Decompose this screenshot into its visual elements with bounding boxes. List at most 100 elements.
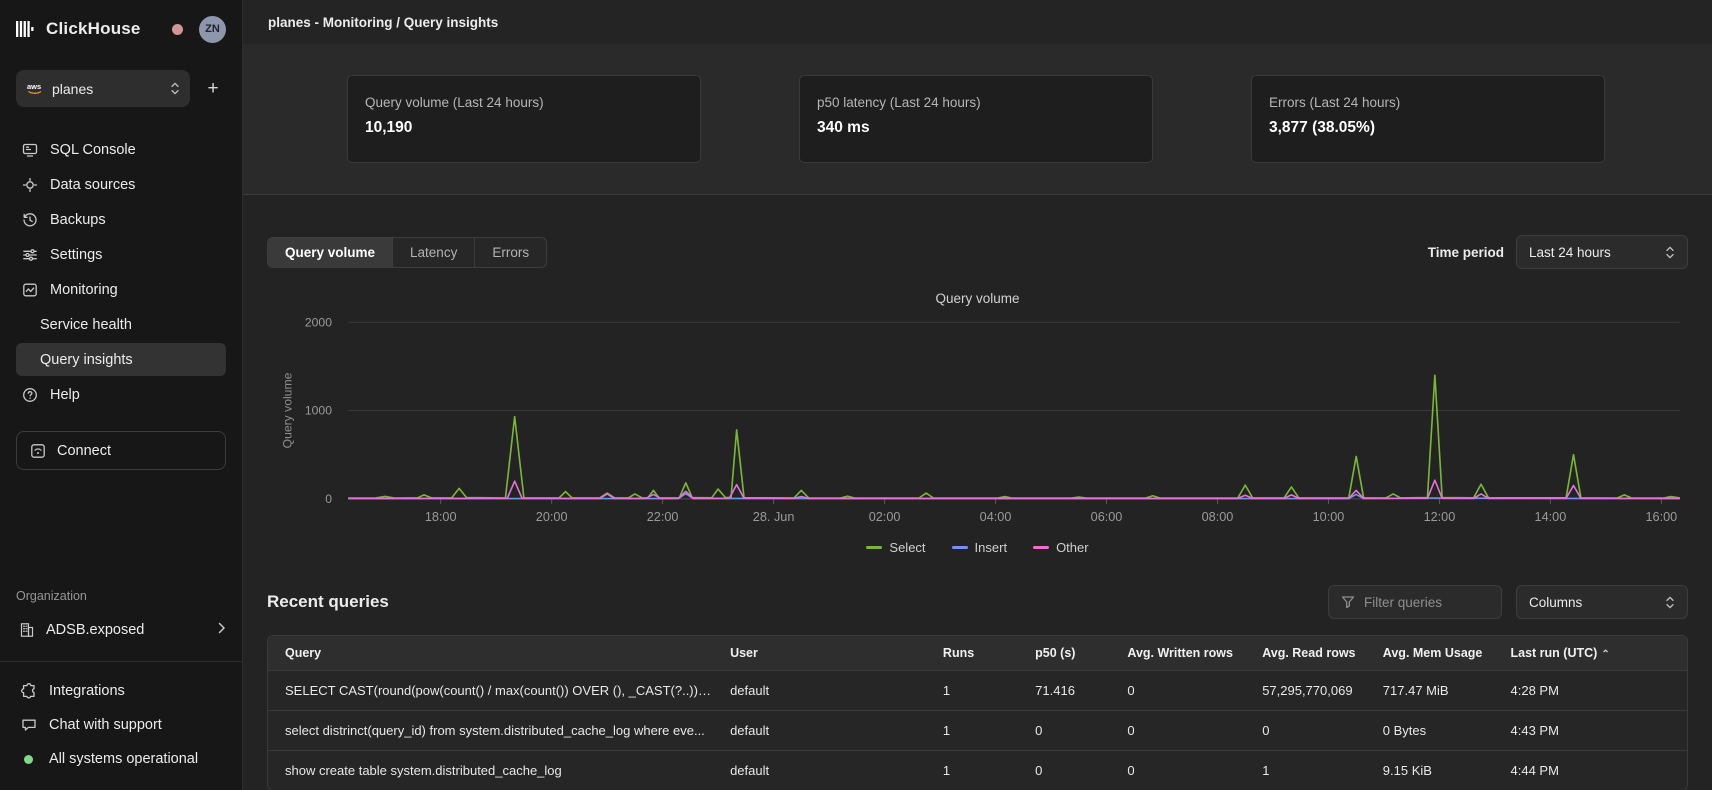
columns-select[interactable]: Columns bbox=[1516, 585, 1688, 619]
sidebar-item-monitoring[interactable]: Monitoring bbox=[16, 273, 226, 306]
table-cell: 0 bbox=[1119, 710, 1254, 750]
svg-text:08:00: 08:00 bbox=[1202, 510, 1234, 524]
table-cell: 0 bbox=[1119, 750, 1254, 790]
query-cell: select distrinct(query_id) from system.d… bbox=[268, 710, 722, 750]
sidebar-item-label: Help bbox=[50, 387, 80, 403]
aws-icon: aws bbox=[26, 81, 44, 96]
sidebar-item-sql-console[interactable]: SQL Console bbox=[16, 133, 226, 166]
table-cell: 0 bbox=[1027, 750, 1119, 790]
topbar: planes - Monitoring / Query insights bbox=[243, 0, 1712, 44]
table-cell: 0 bbox=[1254, 710, 1375, 750]
sidebar-item-service-health[interactable]: Service health bbox=[16, 308, 226, 341]
connect-label: Connect bbox=[57, 443, 111, 459]
avatar[interactable]: ZN bbox=[199, 16, 226, 43]
table-cell: default bbox=[722, 710, 935, 750]
column-header-query[interactable]: Query bbox=[268, 636, 722, 670]
page-title: planes - Monitoring / Query insights bbox=[268, 15, 498, 30]
svg-text:02:00: 02:00 bbox=[869, 510, 901, 524]
service-selector[interactable]: aws planes bbox=[16, 70, 190, 107]
table-cell: 1 bbox=[1254, 750, 1375, 790]
legend-item-insert[interactable]: Insert bbox=[952, 540, 1008, 555]
column-header-runs[interactable]: Runs bbox=[935, 636, 1027, 670]
integrations-icon bbox=[21, 683, 37, 699]
sidebar-item-settings[interactable]: Settings bbox=[16, 238, 226, 271]
columns-label: Columns bbox=[1529, 595, 1582, 610]
svg-text:06:00: 06:00 bbox=[1091, 510, 1123, 524]
chevron-updown-icon bbox=[170, 81, 180, 96]
filter-placeholder: Filter queries bbox=[1364, 595, 1442, 610]
sidebar-item-query-insights[interactable]: Query insights bbox=[16, 343, 226, 376]
query-cell: show create table system.distributed_cac… bbox=[268, 750, 722, 790]
recent-queries-table: QueryUserRunsp50 (s)Avg. Written rowsAvg… bbox=[267, 635, 1688, 790]
chart-title: Query volume bbox=[267, 291, 1688, 306]
table-cell: default bbox=[722, 670, 935, 710]
column-header-p50-s-[interactable]: p50 (s) bbox=[1027, 636, 1119, 670]
sidebar-item-label: Monitoring bbox=[50, 282, 118, 298]
svg-text:1000: 1000 bbox=[305, 404, 332, 418]
stat-label: Query volume (Last 24 hours) bbox=[365, 95, 683, 110]
chat-icon bbox=[21, 717, 37, 733]
brand-row: ClickHouse ZN bbox=[16, 14, 226, 44]
tab-query-volume[interactable]: Query volume bbox=[268, 238, 392, 267]
tab-errors[interactable]: Errors bbox=[474, 238, 546, 267]
sidebar-item-label: SQL Console bbox=[50, 142, 136, 158]
column-header-avg-read-rows[interactable]: Avg. Read rows bbox=[1254, 636, 1375, 670]
recent-queries-title: Recent queries bbox=[267, 592, 389, 612]
organization-name: ADSB.exposed bbox=[46, 622, 144, 638]
sidebar-footer: Integrations Chat with support All systems… bbox=[0, 661, 242, 774]
filter-queries-input[interactable]: Filter queries bbox=[1328, 585, 1502, 619]
legend-item-select[interactable]: Select bbox=[866, 540, 925, 555]
stat-card-query-volume: Query volume (Last 24 hours) 10,190 bbox=[347, 75, 701, 163]
sort-asc-icon: ⌃ bbox=[1601, 649, 1609, 660]
series-select bbox=[348, 375, 1680, 498]
column-header-user[interactable]: User bbox=[722, 636, 935, 670]
query-cell: SELECT CAST(round(pow(count() / max(coun… bbox=[268, 670, 722, 710]
legend-item-other[interactable]: Other bbox=[1033, 540, 1089, 555]
stat-value: 3,877 (38.05%) bbox=[1269, 119, 1587, 137]
footer-item-label: Chat with support bbox=[49, 717, 162, 733]
sidebar-item-data-sources[interactable]: Data sources bbox=[16, 168, 226, 201]
stat-value: 10,190 bbox=[365, 119, 683, 137]
table-cell: 4:28 PM bbox=[1503, 670, 1688, 710]
tab-latency[interactable]: Latency bbox=[392, 238, 474, 267]
sidebar-item-backups[interactable]: Backups bbox=[16, 203, 226, 236]
svg-text:aws: aws bbox=[27, 82, 41, 91]
footer-item-status[interactable]: All systems operational bbox=[16, 744, 226, 774]
svg-text:2000: 2000 bbox=[305, 315, 332, 329]
sidebar-item-label: Settings bbox=[50, 247, 102, 263]
svg-text:22:00: 22:00 bbox=[647, 510, 679, 524]
table-row[interactable]: SELECT CAST(round(pow(count() / max(coun… bbox=[268, 670, 1687, 710]
notification-dot[interactable] bbox=[172, 24, 183, 35]
column-header-avg-written-rows[interactable]: Avg. Written rows bbox=[1119, 636, 1254, 670]
table-cell: 1 bbox=[935, 750, 1027, 790]
series-other bbox=[348, 480, 1680, 498]
chart-section: Query volumeLatencyErrors Time period La… bbox=[243, 195, 1712, 555]
svg-text:18:00: 18:00 bbox=[425, 510, 457, 524]
sidebar: ClickHouse ZN aws planes + SQL Console Da… bbox=[0, 0, 243, 790]
svg-text:20:00: 20:00 bbox=[536, 510, 568, 524]
time-period-value: Last 24 hours bbox=[1529, 245, 1611, 260]
table-cell: 0 bbox=[1119, 670, 1254, 710]
column-header-last-run-utc-[interactable]: Last run (UTC)⌃ bbox=[1503, 636, 1688, 670]
table-cell: 71.416 bbox=[1027, 670, 1119, 710]
table-row[interactable]: select distrinct(query_id) from system.d… bbox=[268, 710, 1687, 750]
query-volume-chart: 01000200018:0020:0022:0028. Jun02:0004:0… bbox=[267, 308, 1688, 533]
table-row[interactable]: show create table system.distributed_cac… bbox=[268, 750, 1687, 790]
time-period-select[interactable]: Last 24 hours bbox=[1516, 235, 1688, 269]
table-cell: 4:43 PM bbox=[1503, 710, 1688, 750]
chart-tabs: Query volumeLatencyErrors bbox=[267, 237, 547, 268]
stat-label: Errors (Last 24 hours) bbox=[1269, 95, 1587, 110]
legend-label: Other bbox=[1056, 540, 1089, 555]
add-service-button[interactable]: + bbox=[200, 76, 226, 102]
footer-item-chat[interactable]: Chat with support bbox=[16, 710, 226, 740]
organization-section-label: Organization bbox=[16, 589, 226, 603]
connect-button[interactable]: Connect bbox=[16, 431, 226, 470]
column-header-avg-mem-usage[interactable]: Avg. Mem Usage bbox=[1375, 636, 1503, 670]
footer-item-integrations[interactable]: Integrations bbox=[16, 676, 226, 706]
svg-text:04:00: 04:00 bbox=[980, 510, 1012, 524]
stat-label: p50 latency (Last 24 hours) bbox=[817, 95, 1135, 110]
legend-label: Select bbox=[889, 540, 925, 555]
table-cell: 57,295,770,069 bbox=[1254, 670, 1375, 710]
organization-item[interactable]: ADSB.exposed bbox=[16, 615, 226, 645]
sidebar-item-help[interactable]: Help bbox=[16, 378, 226, 411]
